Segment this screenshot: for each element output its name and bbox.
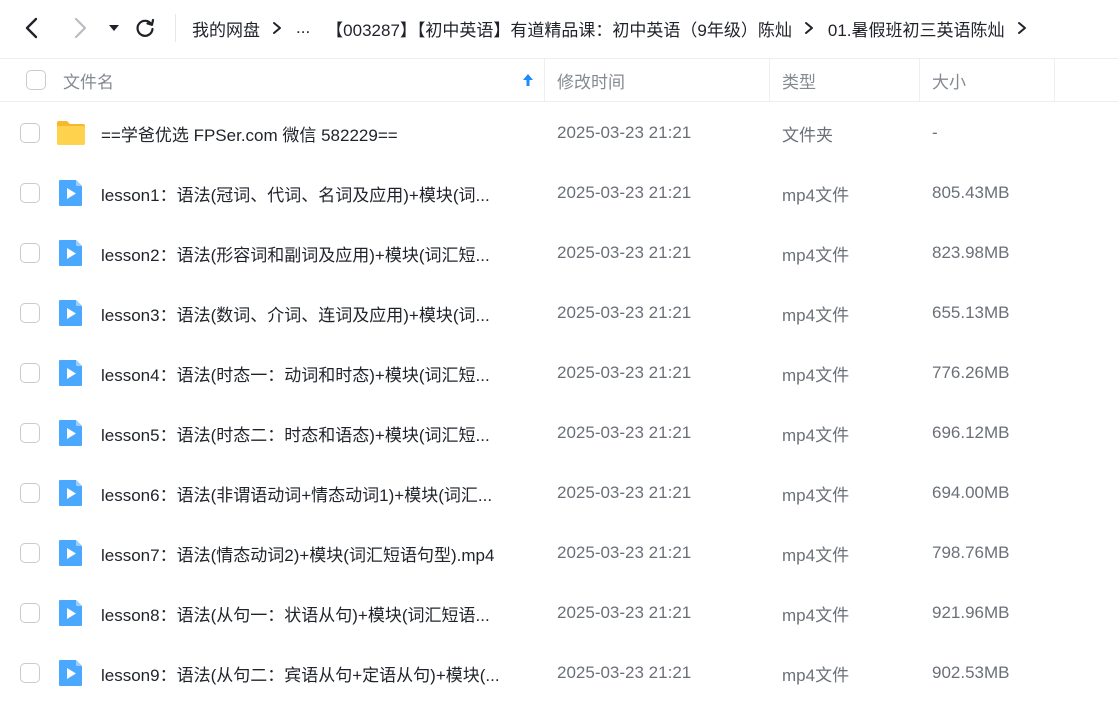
row-checkbox[interactable] [20, 423, 40, 443]
row-checkbox[interactable] [20, 483, 40, 503]
row-checkbox[interactable] [20, 543, 40, 563]
file-type: 文件夹 [782, 125, 833, 145]
row-checkbox[interactable] [20, 183, 40, 203]
row-checkbox[interactable] [20, 243, 40, 263]
column-header-size[interactable]: 大小 [932, 59, 966, 101]
column-divider [919, 59, 920, 101]
file-size: 776.26MB [932, 363, 1010, 382]
video-file-icon [56, 658, 86, 688]
video-file-icon [56, 238, 86, 268]
file-name[interactable]: lesson8：语法(从句一：状语从句)+模块(词汇短语... [101, 583, 531, 643]
forward-icon[interactable] [66, 14, 94, 42]
row-checkbox[interactable] [20, 303, 40, 323]
list-item[interactable]: lesson3：语法(数词、介词、连词及应用)+模块(词... 2025-03-… [0, 283, 1118, 343]
file-type: mp4文件 [782, 305, 850, 325]
file-name[interactable]: lesson9：语法(从句二：宾语从句+定语从句)+模块(... [101, 643, 531, 703]
chevron-right-icon [804, 21, 814, 35]
file-modified: 2025-03-23 21:21 [557, 183, 692, 202]
video-file-icon [56, 478, 86, 508]
file-list-header: 文件名 修改时间 类型 大小 [0, 58, 1118, 102]
row-checkbox[interactable] [20, 663, 40, 683]
breadcrumb-ellipsis[interactable]: ... [296, 18, 310, 38]
file-modified: 2025-03-23 21:21 [557, 423, 692, 442]
list-item[interactable]: lesson2：语法(形容词和副词及应用)+模块(词汇短... 2025-03-… [0, 223, 1118, 283]
file-type: mp4文件 [782, 245, 850, 265]
file-name[interactable]: lesson1：语法(冠词、代词、名词及应用)+模块(词... [101, 163, 531, 223]
file-modified: 2025-03-23 21:21 [557, 543, 692, 562]
video-file-icon [56, 178, 86, 208]
file-type: mp4文件 [782, 545, 850, 565]
column-header-modified[interactable]: 修改时间 [557, 59, 625, 101]
file-size: 655.13MB [932, 303, 1010, 322]
column-divider [544, 59, 545, 101]
file-name[interactable]: lesson2：语法(形容词和副词及应用)+模块(词汇短... [101, 223, 531, 283]
row-checkbox[interactable] [20, 123, 40, 143]
column-header-type[interactable]: 类型 [782, 59, 816, 101]
video-file-icon [56, 358, 86, 388]
list-item[interactable]: lesson9：语法(从句二：宾语从句+定语从句)+模块(... 2025-03… [0, 643, 1118, 703]
column-divider [1054, 59, 1055, 101]
file-size: 696.12MB [932, 423, 1010, 442]
list-item[interactable]: ==学爸优选 FPSer.com 微信 582229== 2025-03-23 … [0, 103, 1118, 163]
list-item[interactable]: lesson8：语法(从句一：状语从句)+模块(词汇短语... 2025-03-… [0, 583, 1118, 643]
list-item[interactable]: lesson1：语法(冠词、代词、名词及应用)+模块(词... 2025-03-… [0, 163, 1118, 223]
file-name[interactable]: lesson4：语法(时态一：动词和时态)+模块(词汇短... [101, 343, 531, 403]
file-type: mp4文件 [782, 605, 850, 625]
toolbar: 我的网盘 ... 【003287】【初中英语】有道精品课：初中英语（9年级）陈灿… [0, 0, 1118, 56]
file-modified: 2025-03-23 21:21 [557, 363, 692, 382]
file-modified: 2025-03-23 21:21 [557, 663, 692, 682]
file-name[interactable]: lesson7：语法(情态动词2)+模块(词汇短语句型).mp4 [101, 523, 531, 583]
file-modified: 2025-03-23 21:21 [557, 123, 692, 142]
list-item[interactable]: lesson5：语法(时态二：时态和语态)+模块(词汇短... 2025-03-… [0, 403, 1118, 463]
file-name[interactable]: lesson3：语法(数词、介词、连词及应用)+模块(词... [101, 283, 531, 343]
file-size: 798.76MB [932, 543, 1010, 562]
breadcrumb: 我的网盘 ... 【003287】【初中英语】有道精品课：初中英语（9年级）陈灿… [192, 0, 1098, 56]
toolbar-divider [175, 14, 176, 42]
video-file-icon [56, 538, 86, 568]
file-type: mp4文件 [782, 425, 850, 445]
file-modified: 2025-03-23 21:21 [557, 603, 692, 622]
breadcrumb-root[interactable]: 我的网盘 [192, 16, 260, 41]
select-all-checkbox[interactable] [26, 70, 46, 90]
chevron-right-icon [272, 21, 282, 35]
column-divider [769, 59, 770, 101]
back-icon[interactable] [18, 14, 46, 42]
video-file-icon [56, 598, 86, 628]
dropdown-icon[interactable] [101, 14, 127, 42]
column-header-name[interactable]: 文件名 [63, 59, 114, 101]
video-file-icon [56, 298, 86, 328]
breadcrumb-folder-1[interactable]: 【003287】【初中英语】有道精品课：初中英语（9年级）陈灿 [326, 16, 792, 41]
up-arrow-icon[interactable] [522, 59, 534, 101]
chevron-right-icon[interactable] [1017, 21, 1027, 35]
file-type: mp4文件 [782, 365, 850, 385]
file-modified: 2025-03-23 21:21 [557, 303, 692, 322]
refresh-icon[interactable] [131, 14, 159, 42]
list-item[interactable]: lesson7：语法(情态动词2)+模块(词汇短语句型).mp4 2025-03… [0, 523, 1118, 583]
file-size: 902.53MB [932, 663, 1010, 682]
file-name[interactable]: lesson6：语法(非谓语动词+情态动词1)+模块(词汇... [101, 463, 531, 523]
file-type: mp4文件 [782, 185, 850, 205]
row-checkbox[interactable] [20, 363, 40, 383]
file-name[interactable]: lesson5：语法(时态二：时态和语态)+模块(词汇短... [101, 403, 531, 463]
file-size: 823.98MB [932, 243, 1010, 262]
file-size: 921.96MB [932, 603, 1010, 622]
file-list: ==学爸优选 FPSer.com 微信 582229== 2025-03-23 … [0, 103, 1118, 703]
video-file-icon [56, 418, 86, 448]
file-type: mp4文件 [782, 665, 850, 685]
file-size: 694.00MB [932, 483, 1010, 502]
folder-icon [56, 118, 86, 148]
file-type: mp4文件 [782, 485, 850, 505]
list-item[interactable]: lesson6：语法(非谓语动词+情态动词1)+模块(词汇... 2025-03… [0, 463, 1118, 523]
breadcrumb-folder-2[interactable]: 01.暑假班初三英语陈灿 [828, 16, 1005, 41]
file-size: 805.43MB [932, 183, 1010, 202]
file-name[interactable]: ==学爸优选 FPSer.com 微信 582229== [101, 103, 531, 163]
file-modified: 2025-03-23 21:21 [557, 243, 692, 262]
list-item[interactable]: lesson4：语法(时态一：动词和时态)+模块(词汇短... 2025-03-… [0, 343, 1118, 403]
row-checkbox[interactable] [20, 603, 40, 623]
file-modified: 2025-03-23 21:21 [557, 483, 692, 502]
file-size: - [932, 123, 938, 142]
